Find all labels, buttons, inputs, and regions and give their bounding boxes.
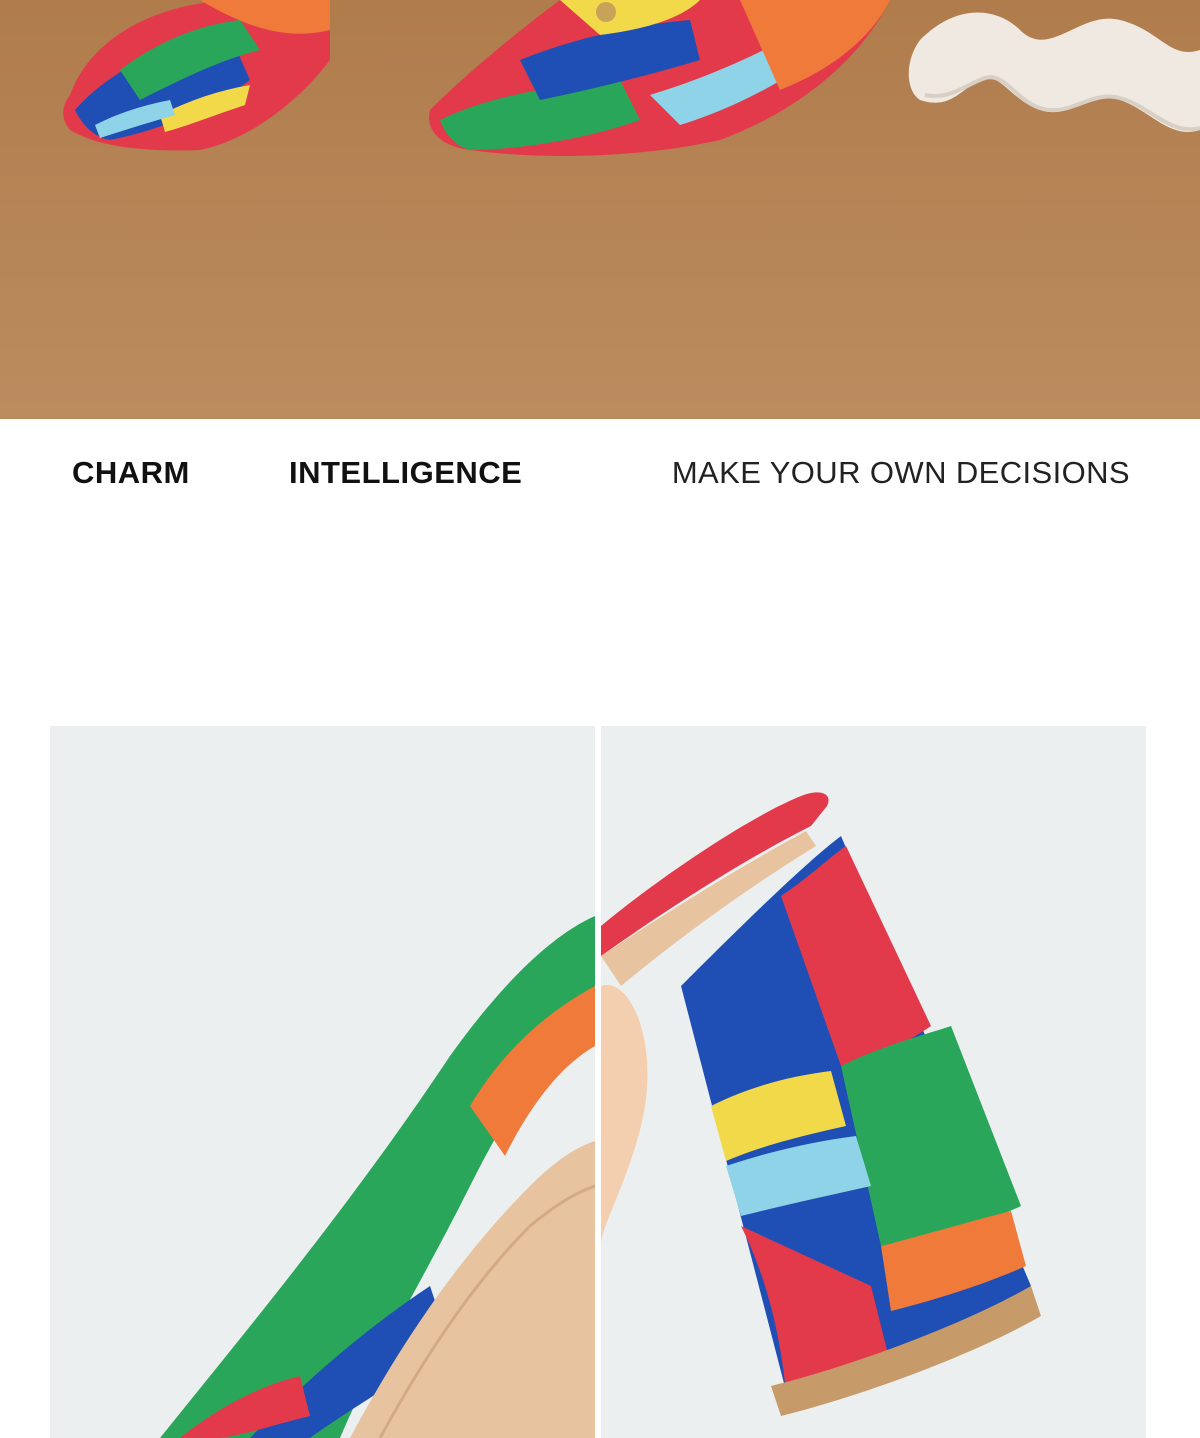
heel-illustration	[601, 726, 1146, 1438]
tagline-charm: CHARM	[72, 455, 190, 490]
tagline-intelligence: INTELLIGENCE	[289, 455, 523, 490]
insole-illustration	[50, 726, 595, 1438]
hero-image	[0, 0, 1200, 419]
tagline-make-your-own-decisions: MAKE YOUR OWN DECISIONS	[671, 455, 1130, 490]
detail-image-insole	[50, 726, 595, 1438]
detail-image-heel	[601, 726, 1146, 1438]
tagline-bar: CHARM INTELLIGENCE MAKE YOUR OWN DECISIO…	[0, 419, 1200, 529]
hero-photo-illustration	[0, 0, 1200, 419]
